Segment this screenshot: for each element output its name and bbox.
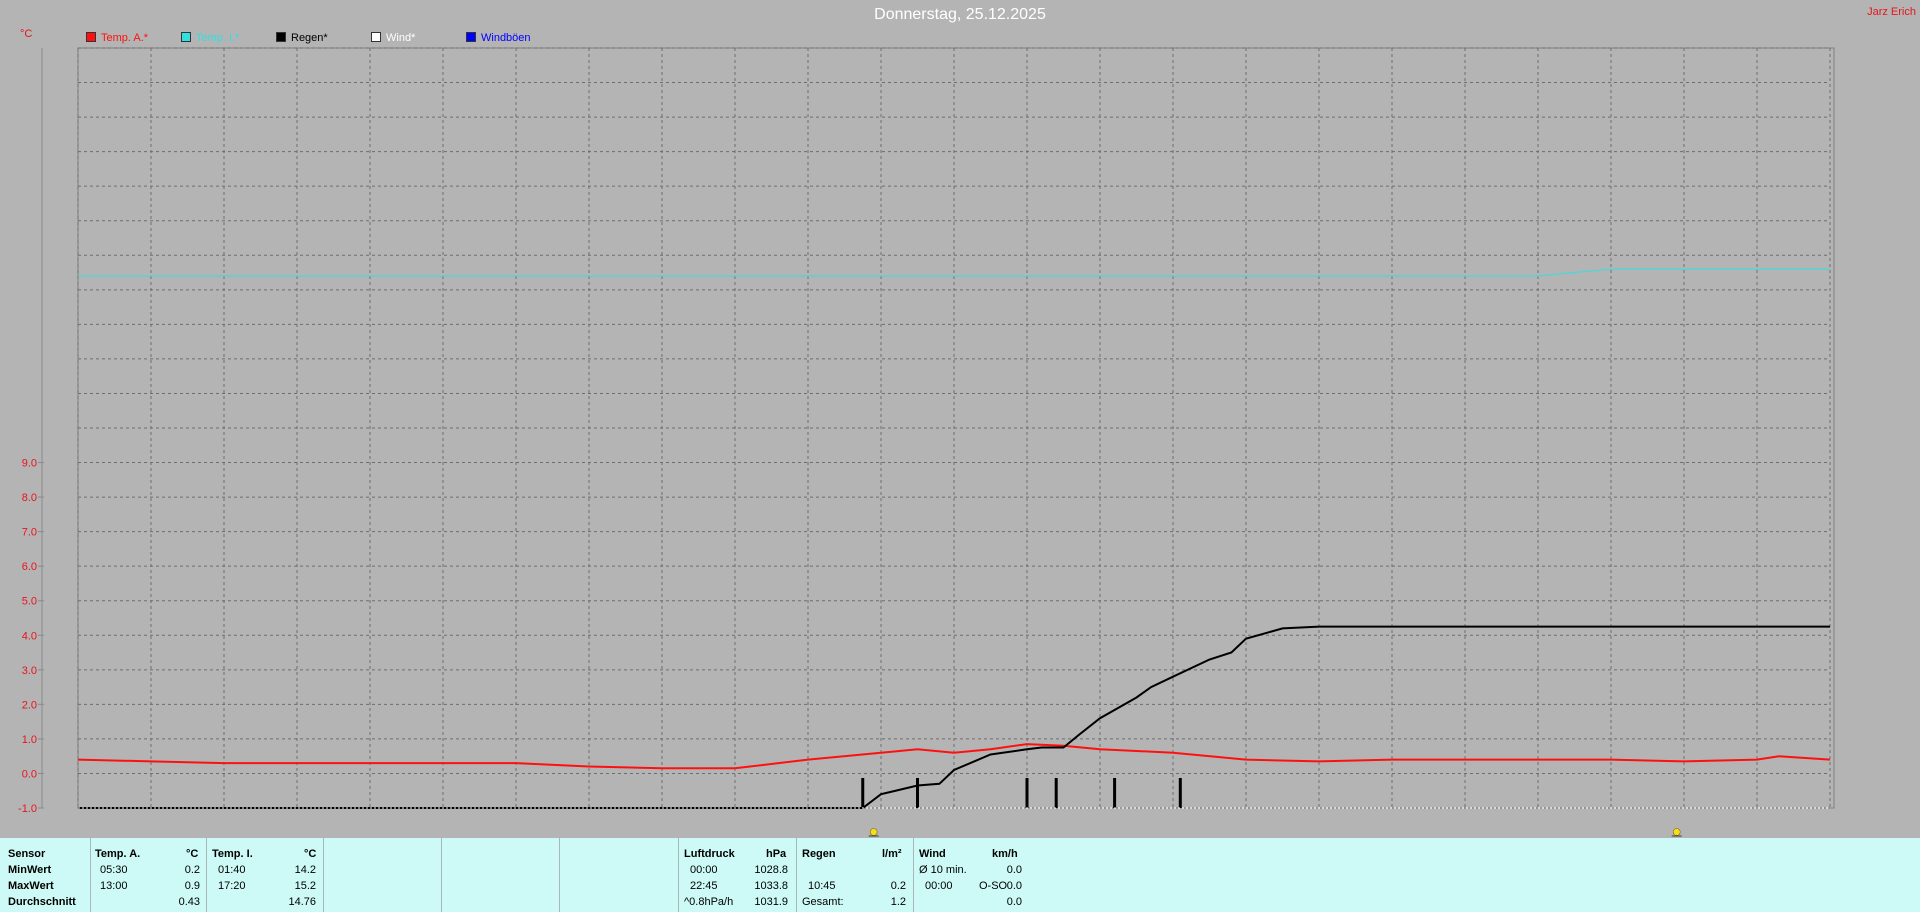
regen-total-value: 1.2 [890,896,906,908]
legend-swatch [181,32,191,42]
sunset-icon-disc [1672,828,1681,836]
wind-avg-value: 0.0 [1006,864,1022,876]
luftdruck-min-time: 00:00 [690,864,718,876]
regen-total-label: Gesamt: [802,896,844,908]
temp-i-avg-value: 14.76 [288,896,316,908]
legend-swatch [371,32,381,42]
legend-label: Temp. I.* [196,32,240,44]
divider [796,838,797,912]
temp-a-header: Temp. A. [95,848,141,860]
temp-i-header: Temp. I. [212,848,253,860]
legend-item-wind[interactable]: Wind* [371,32,415,44]
luftdruck-min-value: 1028.8 [754,864,788,876]
wind-max-time: 00:00 [925,880,953,892]
wind-unit: km/h [992,848,1018,860]
divider [559,838,560,912]
legend-swatch [276,32,286,42]
regen-max-time: 10:45 [808,880,836,892]
luftdruck-max-value: 1033.8 [754,880,788,892]
sensor-header: Sensor [8,848,46,860]
legend-label: Regen* [291,32,328,44]
y-tick-label: 9.0 [22,458,37,470]
divider [913,838,914,912]
station-name: Jarz Erich [1867,6,1916,18]
row-label-min: MinWert [8,864,52,876]
wind-gust-value: 0.0 [1006,896,1022,908]
y-tick-label: 2.0 [22,699,37,711]
divider [90,838,91,912]
luftdruck-avg-value: 1031.9 [754,896,788,908]
y-axis-unit: °C [20,28,33,40]
legend-label: Windböen [481,32,531,44]
y-tick-label: 6.0 [22,561,37,573]
temp-a-avg-value: 0.43 [178,896,200,908]
y-tick-label: 4.0 [22,630,37,642]
temp-a-max-time: 13:00 [100,880,128,892]
y-tick-label: 0.0 [22,768,37,780]
y-axis-ticks: -1.0 0.0 1.0 2.0 3.0 4.0 5.0 6.0 7.0 8.0 9.0 [18,458,44,815]
regen-header: Regen [802,848,836,860]
divider [323,838,324,912]
sunset-icon [1671,828,1682,837]
y-tick-label: -1.0 [18,803,37,815]
legend-label: Temp. A.* [101,32,149,44]
row-label-max: MaxWert [8,880,54,892]
luftdruck-unit: hPa [766,848,787,860]
sunrise-icon [868,828,879,837]
chart-area: -1.0 0.0 1.0 2.0 3.0 4.0 5.0 6.0 7.0 8.0 9.0 [18,47,1835,837]
luftdruck-trend: ^0.8hPa/h [684,896,734,908]
divider [678,838,679,912]
legend-item-temp-i[interactable]: Temp. I.* [181,32,239,44]
divider [441,838,442,912]
temp-i-unit: °C [304,848,317,860]
y-tick-label: 7.0 [22,527,37,539]
row-label-avg: Durchschnitt [8,896,76,908]
legend-label: Wind* [386,32,416,44]
wind-header: Wind [919,848,946,860]
legend-swatch [86,32,96,42]
legend-item-temp-a[interactable]: Temp. A.* [86,32,148,44]
temp-i-min-time: 01:40 [218,864,246,876]
luftdruck-header: Luftdruck [684,848,735,860]
temp-a-unit: °C [186,848,199,860]
regen-max-value: 0.2 [890,880,906,892]
statistics-panel: Sensor MinWert MaxWert Durchschnitt Temp… [0,838,1920,912]
legend-item-regen[interactable]: Regen* [276,32,328,44]
luftdruck-max-time: 22:45 [690,880,718,892]
y-tick-label: 8.0 [22,492,37,504]
y-tick-label: 5.0 [22,596,37,608]
marker-group [868,828,1682,837]
legend-swatch [466,32,476,42]
y-tick-label: 3.0 [22,665,37,677]
legend-item-windboeen[interactable]: Windböen [466,32,531,44]
temp-i-max-value: 15.2 [294,880,316,892]
temp-i-max-time: 17:20 [218,880,246,892]
temp-a-min-value: 0.2 [184,864,200,876]
temp-a-max-value: 0.9 [184,880,200,892]
temp-i-min-value: 14.2 [294,864,316,876]
wind-avg-label: Ø 10 min. [919,864,967,876]
y-tick-label: 1.0 [22,734,37,746]
regen-unit: l/m² [882,848,902,860]
divider [206,838,207,912]
chart-title: Donnerstag, 25.12.2025 [874,6,1046,23]
temp-a-min-time: 05:30 [100,864,128,876]
wind-max-value: 0.0 [1006,880,1022,892]
sunrise-icon-disc [869,828,878,836]
